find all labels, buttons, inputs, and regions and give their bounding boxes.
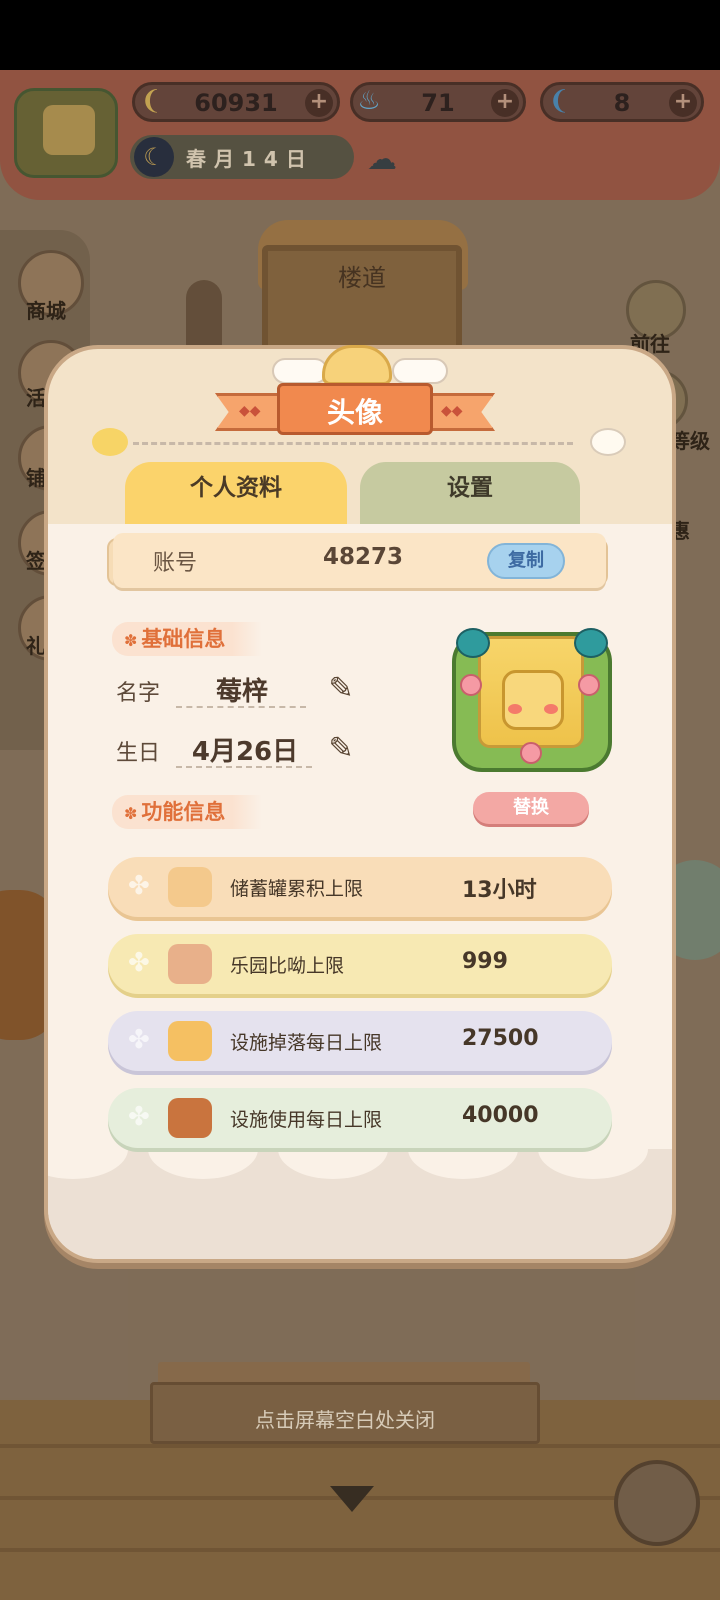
edit-name-pencil-icon[interactable]: ✎: [324, 672, 358, 706]
piggy-bank-icon: [168, 867, 212, 907]
limit-name: 设施使用每日上限: [230, 1109, 383, 1131]
butterfly-icon: [456, 628, 490, 658]
name-underline: [176, 706, 306, 708]
dashed-divider: [133, 442, 573, 445]
wave-bump: [538, 1149, 648, 1179]
left-wing-icon: [272, 358, 328, 384]
clover-icon: ✤: [128, 871, 150, 901]
limit-value: 13小时: [462, 878, 537, 903]
section-flower-icon: ✽: [124, 631, 138, 650]
name-value: 莓梓: [215, 677, 268, 707]
avatar-frame[interactable]: [452, 628, 612, 772]
right-wing-icon: [392, 358, 448, 384]
wave-bump: [148, 1149, 258, 1179]
dialog-footer-wave: [48, 1149, 672, 1259]
function-info-section: ✽ 功能信息: [112, 795, 262, 829]
flower-icon: [460, 674, 482, 696]
flower-icon: [578, 674, 600, 696]
sparkle-drop-icon: [168, 1021, 212, 1061]
section-flower-icon: ✽: [124, 804, 138, 823]
chick-icon: [92, 428, 128, 456]
limit-row-facility-use: ✤ 设施使用每日上限 40000: [108, 1088, 612, 1148]
flower-icon: [520, 742, 542, 764]
limit-name: 储蓄罐累积上限: [230, 878, 364, 900]
abacus-icon: [168, 1098, 212, 1138]
ribbon-diamond-icon: ◆◆: [441, 403, 463, 419]
clover-icon: ✤: [128, 948, 150, 978]
copy-button[interactable]: 复制: [487, 543, 565, 579]
limit-value: 40000: [462, 1103, 539, 1128]
swap-avatar-button[interactable]: 替换: [473, 792, 589, 824]
limit-value: 999: [462, 949, 508, 974]
title-ribbon: 头像 ◆◆ ◆◆: [215, 383, 495, 435]
clover-icon: ✤: [128, 1102, 150, 1132]
edit-birthday-pencil-icon[interactable]: ✎: [324, 732, 358, 766]
basic-info-label: 基础信息: [141, 627, 226, 651]
avatar-cheek: [508, 704, 522, 714]
avatar-cheek: [544, 704, 558, 714]
wave-bump: [408, 1149, 518, 1179]
tab-profile[interactable]: 个人资料: [125, 462, 347, 524]
butterfly-icon: [574, 628, 608, 658]
account-row: 账号 48273 复制: [113, 533, 606, 588]
name-label: 名字: [116, 681, 161, 706]
chick-icon: [590, 428, 626, 456]
status-bar: [0, 0, 720, 70]
tab-settings[interactable]: 设置: [360, 462, 580, 524]
limit-row-facility-drop: ✤ 设施掉落每日上限 27500: [108, 1011, 612, 1071]
pet-icon: [168, 944, 212, 984]
birthday-label: 生日: [116, 741, 161, 766]
limit-row-piggy-bank: ✤ 储蓄罐累积上限 13小时: [108, 857, 612, 917]
wave-bump: [48, 1149, 128, 1179]
basic-info-section: ✽ 基础信息: [112, 622, 262, 656]
clover-icon: ✤: [128, 1025, 150, 1055]
limit-row-paradise: ✤ 乐园比呦上限 999: [108, 934, 612, 994]
account-label: 账号: [153, 551, 198, 576]
ribbon-diamond-icon: ◆◆: [239, 403, 261, 419]
function-info-label: 功能信息: [141, 800, 226, 824]
birthday-underline: [176, 766, 312, 768]
limit-name: 乐园比呦上限: [230, 955, 345, 977]
limit-value: 27500: [462, 1026, 539, 1051]
cat-avatar-icon: [502, 670, 564, 730]
account-id: 48273: [322, 544, 404, 570]
limit-name: 设施掉落每日上限: [230, 1032, 383, 1054]
wave-bump: [278, 1149, 388, 1179]
birthday-value: 4月26日: [191, 737, 299, 767]
dialog-title: 头像: [326, 396, 383, 429]
